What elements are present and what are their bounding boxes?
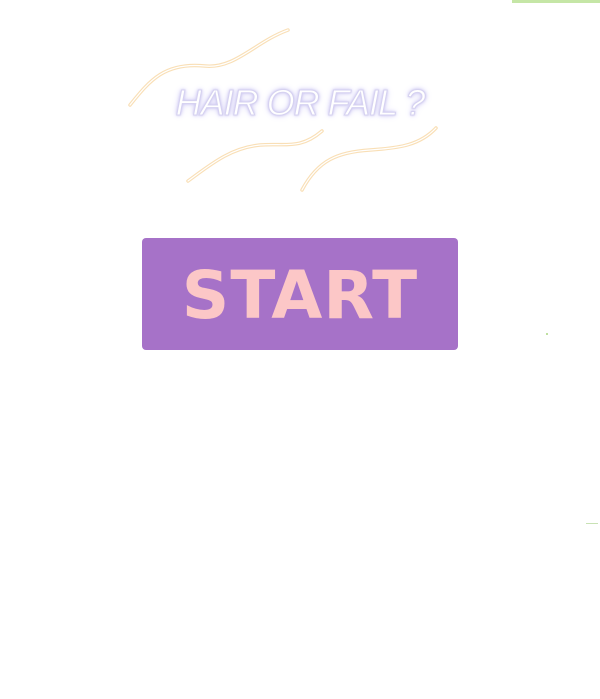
decorative-speck — [546, 333, 548, 335]
start-button[interactable]: START — [142, 238, 458, 350]
hair-strand-right — [300, 126, 438, 192]
decorative-speck — [586, 523, 598, 524]
hair-strand-middle — [186, 129, 324, 183]
game-title: HAIR OR FAIL ? — [175, 82, 426, 124]
start-button-label: START — [181, 257, 419, 334]
game-stage: HAIR OR FAIL ? START — [0, 0, 600, 699]
